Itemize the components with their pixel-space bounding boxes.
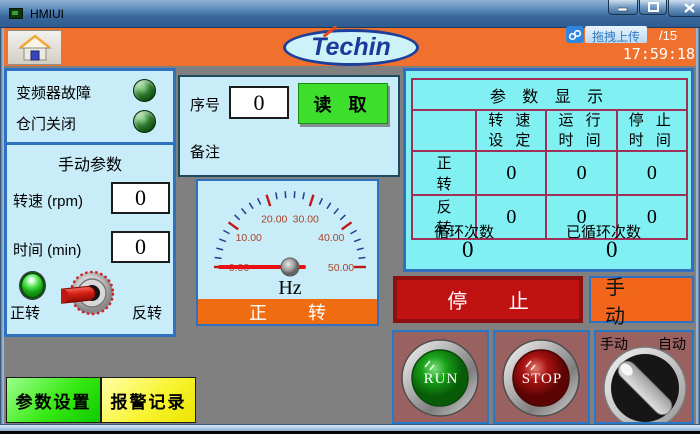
col-header-speed: 转 速设 定 [476,110,546,151]
close-icon [684,3,695,13]
param-settings-button[interactable]: 参数设置 [6,377,101,423]
table-corner-cell [412,110,476,151]
page-indicator: /15 [659,28,677,43]
minimize-icon [618,3,628,12]
window-right-edge [696,28,700,424]
col-header-stoptime: 停 止时 间 [617,110,687,151]
svg-text:20.00: 20.00 [261,213,287,225]
close-button[interactable] [668,0,700,17]
svg-text:40.00: 40.00 [318,232,344,244]
direction-status-bar: 正 转 [198,299,377,324]
time-input[interactable]: 0 [111,231,170,263]
clock: 17:59:18 [600,45,695,63]
col-header-runtime: 运 行时 间 [546,110,616,151]
cycles-value: 0 [462,237,474,263]
manual-params-title: 手动参数 [7,151,173,175]
direction-toggle-switch[interactable] [61,266,117,323]
cycles-done-value: 0 [606,237,618,263]
header-bar: Techin 拖拽上传 /15 17:59:18 [4,28,696,66]
serial-read-panel: 序号 0 读 取 备注 [178,75,400,177]
cycles-done-label: 已循环次数 [566,221,641,242]
stop-button[interactable]: 停 止 [393,276,583,323]
read-button[interactable]: 读 取 [298,83,388,124]
table-title: 参 数 显 示 [412,79,687,110]
mode-knob-panel: 手动 自动 [594,330,694,424]
run-button[interactable]: RUN [394,332,487,422]
speed-input[interactable]: 0 [111,182,170,214]
remark-label: 备注 [190,141,220,162]
techin-logo: Techin [283,29,419,66]
stop-round-button[interactable]: STOP [495,332,588,422]
door-closed-label: 仓门关闭 [16,113,76,134]
window-title: HMIUI [30,7,64,21]
status-manual-panel: 变频器故障 仓门关闭 手动参数 转速 (rpm) 0 时间 (min) 0 正转 [4,68,176,337]
inverter-fault-label: 变频器故障 [16,82,91,103]
maximize-button[interactable] [639,0,667,15]
forward-label: 正转 [10,302,40,323]
home-icon [18,34,52,62]
run-button-label: RUN [424,371,459,387]
alarm-record-button[interactable]: 报警记录 [101,377,196,423]
frequency-gauge: Hz 0.0010.0020.0030.0040.0050.00 [198,181,377,299]
door-closed-light-icon [133,110,156,133]
stop-button-label: STOP [522,371,562,387]
svg-text:10.00: 10.00 [236,232,262,244]
gauge-unit: Hz [278,277,301,299]
run-button-panel: RUN [392,330,489,424]
window-bottom-edge [0,424,700,431]
parameter-table: 参 数 显 示 转 速设 定 运 行时 间 停 止时 间 正 转 0 0 0 [411,78,688,240]
cell-forward-stoptime: 0 [617,151,687,195]
serial-label: 序号 [190,94,220,115]
serial-input[interactable]: 0 [229,86,289,119]
parameter-display-panel: 参 数 显 示 转 速设 定 运 行时 间 停 止时 间 正 转 0 0 0 [403,68,694,272]
hmi-window: HMIUI Techin [0,0,700,434]
minimize-button[interactable] [608,0,638,15]
svg-text:50.00: 50.00 [328,262,354,274]
maximize-icon [648,2,659,12]
home-button[interactable] [7,30,62,65]
svg-text:30.00: 30.00 [293,213,319,225]
cell-forward-runtime: 0 [546,151,616,195]
time-label: 时间 (min) [13,239,81,260]
stop-button-panel: STOP [493,330,590,424]
upload-share-icon[interactable] [566,26,584,43]
logo-text: Techin [311,33,391,62]
frequency-gauge-panel: Hz 0.0010.0020.0030.0040.0050.00 正 转 [196,179,379,326]
forward-led-icon [20,272,45,299]
app-icon [9,8,23,19]
titlebar: HMIUI [0,0,700,28]
mode-knob[interactable] [596,332,692,422]
inverter-fault-light-icon [133,79,156,102]
reverse-label: 反转 [132,302,162,323]
speed-label: 转速 (rpm) [13,190,83,211]
cell-forward-speed: 0 [476,151,546,195]
upload-label[interactable]: 拖拽上传 [585,26,647,43]
manual-mode-button[interactable]: 手 动 [589,276,694,323]
panel-divider [7,142,173,145]
row-label-forward: 正 转 [412,151,476,195]
